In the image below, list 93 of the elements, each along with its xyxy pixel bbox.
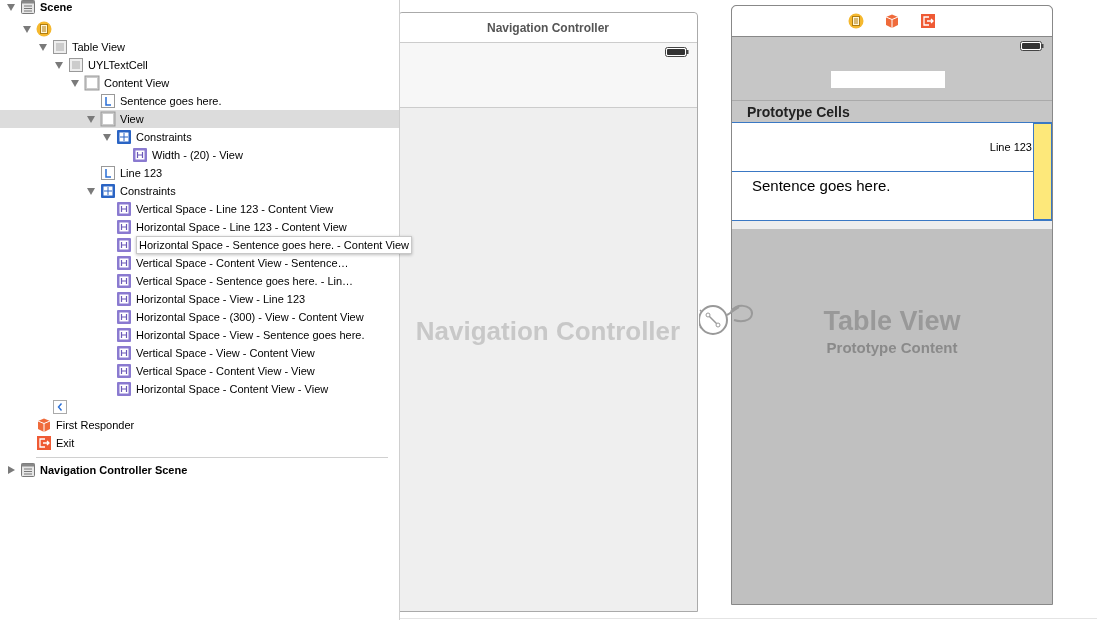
outline-row[interactable]: Content View — [0, 74, 399, 92]
outline-item-label: Horizontal Space - View - Sentence goes here. — [136, 327, 365, 343]
outline-item-label: Vertical Space - Content View - Sentence… — [136, 255, 349, 271]
scene-icon — [20, 462, 36, 478]
exit-icon — [920, 13, 936, 29]
battery-icon — [1020, 41, 1044, 51]
disclosure-triangle-icon[interactable] — [22, 24, 32, 34]
outline-row[interactable]: UYLTextCell — [0, 56, 399, 74]
disclosure-triangle-icon[interactable] — [6, 2, 16, 12]
outline-row[interactable]: Horizontal Space - Sentence goes here. - Content View — [0, 236, 415, 254]
outline-item-label: Vertical Space - Line 123 - Content View — [136, 201, 334, 217]
view-icon — [84, 75, 100, 91]
disclosure-triangle-icon[interactable] — [54, 60, 64, 70]
outline-item-label: Sentence goes here. — [120, 93, 222, 109]
outline-item-label: Vertical Space - View - Content View — [136, 345, 315, 361]
constraint-icon — [116, 345, 132, 361]
back-chevron-icon — [52, 399, 68, 415]
outline-row[interactable]: Scene — [0, 0, 399, 16]
cell-detail-label: Line 123 — [989, 139, 1032, 155]
outline-row[interactable]: View — [0, 110, 399, 128]
outline-row[interactable]: Vertical Space - View - Content View — [0, 344, 399, 362]
outline-row[interactable]: Horizontal Space - Content View - View — [0, 380, 399, 398]
outline-item-label: Horizontal Space - Line 123 - Content View — [136, 219, 347, 235]
constraint-icon — [116, 363, 132, 379]
outline-item-label: Vertical Space - Sentence goes here. - Lin… — [136, 273, 354, 289]
outline-row[interactable]: Horizontal Space - View - Line 123 — [0, 290, 399, 308]
constraints-icon — [100, 183, 116, 199]
outline-row[interactable]: Vertical Space - Line 123 - Content View — [0, 200, 399, 218]
scene-title: Navigation Controller — [487, 19, 609, 37]
table-icon — [52, 39, 68, 55]
outline-item-label: First Responder — [56, 417, 135, 433]
constraint-icon — [116, 309, 132, 325]
outline-row[interactable]: Horizontal Space - Line 123 - Content View — [0, 218, 399, 236]
view-controller-icon — [848, 13, 864, 29]
outline-item-label: Table View — [72, 39, 125, 55]
segue-drawing — [699, 302, 756, 338]
outline-item-label: Scene — [40, 0, 73, 15]
exit-icon — [36, 435, 52, 451]
outline-item-label: Content View — [104, 75, 170, 91]
outline-item-label: Horizontal Space - Sentence goes here. - Content View — [136, 235, 413, 255]
outline-item-label: Navigation Controller Scene — [40, 462, 188, 478]
outline-row[interactable]: Table View — [0, 38, 399, 56]
table-icon — [68, 57, 84, 73]
outline-row[interactable]: Navigation Controller Scene — [0, 461, 399, 479]
outline-row[interactable]: Horizontal Space - (300) - View - Content View — [0, 308, 399, 326]
constraint-icon — [116, 381, 132, 397]
outline-item-label: Horizontal Space - (300) - View - Content View — [136, 309, 364, 325]
outline-item-label: Line 123 — [120, 165, 163, 181]
outline-row[interactable]: Sentence goes here. — [0, 92, 399, 110]
constraint-icon — [116, 255, 132, 271]
disclosure-triangle-icon[interactable] — [86, 186, 96, 196]
outline-row[interactable]: Width - (20) - View — [0, 146, 399, 164]
disclosure-triangle-icon[interactable] — [86, 114, 96, 124]
outline-item-label: Vertical Space - Content View - View — [136, 363, 315, 379]
outline-row[interactable]: First Responder — [0, 416, 399, 434]
constraint-icon — [116, 291, 132, 307]
label-icon — [100, 165, 116, 181]
outline-row[interactable]: Horizontal Space - View - Sentence goes here. — [0, 326, 399, 344]
outline-item-label: Horizontal Space - Content View - View — [136, 381, 329, 397]
outline-row[interactable]: Constraints — [0, 182, 399, 200]
constraint-icon — [116, 327, 132, 343]
outline-row[interactable]: Vertical Space - Sentence goes here. - Lin… — [0, 272, 399, 290]
label-icon — [100, 93, 116, 109]
cube-icon — [884, 13, 900, 29]
scene-icon — [20, 0, 36, 15]
outline-item-label: Exit — [56, 435, 75, 451]
constraints-icon — [116, 129, 132, 145]
outline-item-label: Constraints — [120, 183, 176, 199]
outline-item-label: Width - (20) - View — [152, 147, 243, 163]
outline-row[interactable]: Vertical Space - Content View - View — [0, 362, 399, 380]
disclosure-triangle-icon[interactable] — [70, 78, 80, 88]
section-header: Prototype Cells — [747, 103, 850, 122]
outline-row[interactable]: Line 123 — [0, 164, 399, 182]
constraint-icon — [116, 219, 132, 235]
cell-text-label: Sentence goes here. — [752, 177, 891, 194]
view-controller-icon — [36, 21, 52, 37]
outline-row[interactable]: Constraints — [0, 128, 399, 146]
constraint-icon — [116, 273, 132, 289]
outline-item-label: UYLTextCell — [88, 57, 148, 73]
battery-icon — [665, 47, 689, 57]
disclosure-triangle-icon[interactable] — [102, 132, 112, 142]
outline-item-label: Constraints — [136, 129, 192, 145]
outline-item-label: Horizontal Space - View - Line 123 — [136, 291, 306, 307]
disclosure-triangle-icon[interactable] — [6, 465, 16, 475]
constraint-icon — [132, 147, 148, 163]
disclosure-triangle-icon[interactable] — [38, 42, 48, 52]
outline-row[interactable]: Vertical Space - Content View - Sentence… — [0, 254, 399, 272]
outline-row[interactable]: Exit — [0, 434, 399, 452]
view-icon — [100, 111, 116, 127]
outline-item-label: View — [120, 111, 144, 127]
constraint-icon — [116, 201, 132, 217]
cube-icon — [36, 417, 52, 433]
constraint-icon — [116, 237, 132, 253]
